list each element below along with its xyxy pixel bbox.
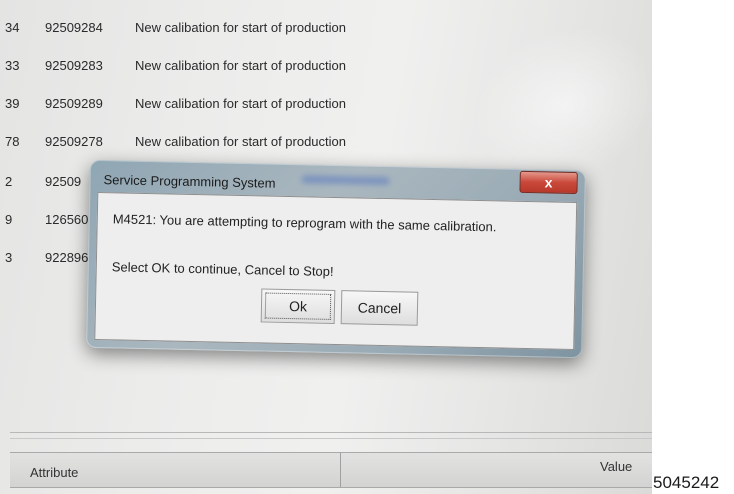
row-index: 78: [5, 134, 20, 149]
calibration-number: 92509283: [45, 58, 103, 73]
calibration-description: New calibation for start of production: [135, 96, 346, 111]
dialog-body: M4521: You are attempting to reprogram w…: [94, 191, 578, 351]
row-index: 34: [5, 20, 20, 35]
calibration-description: New calibation for start of production: [135, 20, 346, 35]
cancel-button[interactable]: Cancel: [340, 290, 419, 326]
image-id-label: 5045242: [653, 473, 720, 492]
calibration-number: 92509289: [45, 96, 103, 111]
close-button[interactable]: x: [519, 170, 578, 195]
value-column-header[interactable]: Value: [600, 459, 632, 474]
dialog-message: M4521: You are attempting to reprogram w…: [112, 211, 497, 235]
title-blur: [301, 175, 390, 186]
attribute-column-header[interactable]: Attribute: [30, 465, 78, 480]
focus-ring: [264, 292, 332, 320]
calibration-number: 92509278: [45, 134, 103, 149]
monitor-photo: 34 92509284 New calibation for start of …: [0, 0, 652, 494]
dialog-title: Service Programming System: [103, 172, 276, 191]
calibration-number: 92509284: [45, 20, 103, 35]
row-index: 3: [5, 250, 13, 265]
calibration-number: 922896: [45, 250, 89, 265]
calibration-description: New calibation for start of production: [135, 134, 346, 149]
warning-dialog: Service Programming System x M4521: You …: [86, 159, 586, 359]
row-index: 9: [5, 212, 13, 227]
calibration-description: New calibation for start of production: [135, 58, 346, 73]
calibration-number: 126560: [45, 212, 89, 227]
row-index: 33: [5, 58, 20, 73]
cancel-button-label: Cancel: [357, 299, 402, 317]
panel-divider: [10, 438, 652, 439]
ok-button[interactable]: Ok: [260, 288, 336, 324]
column-separator[interactable]: [340, 453, 341, 487]
dialog-instruction: Select OK to continue, Cancel to Stop!: [111, 259, 334, 279]
attribute-table-header: Attribute Value: [10, 452, 652, 488]
row-index: 39: [5, 96, 20, 111]
calibration-number: 92509: [45, 174, 82, 189]
panel-divider[interactable]: [10, 432, 652, 433]
row-index: 2: [5, 174, 13, 189]
